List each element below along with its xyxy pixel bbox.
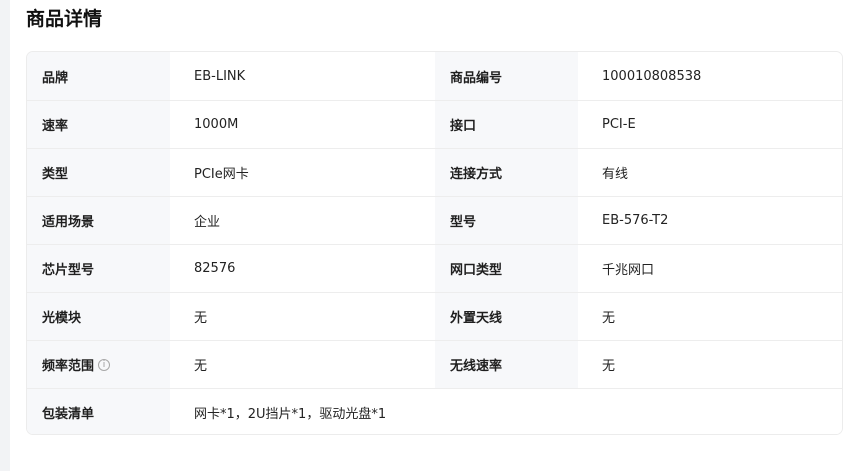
- spec-label-external-antenna: 外置天线: [435, 292, 578, 340]
- spec-value-model: EB-576-T2: [578, 196, 842, 244]
- spec-label-frequency-cell: 频率范围 i: [27, 340, 170, 388]
- spec-value-type: PCIe网卡: [170, 148, 435, 196]
- spec-value-use-case: 企业: [170, 196, 435, 244]
- page-title: 商品详情: [26, 8, 103, 30]
- spec-label-chip: 芯片型号: [27, 244, 170, 292]
- spec-label-product-id: 商品编号: [435, 52, 578, 100]
- spec-value-connection: 有线: [578, 148, 842, 196]
- spec-value-brand: EB-LINK: [170, 52, 435, 100]
- spec-value-speed: 1000M: [170, 100, 435, 148]
- spec-label-package: 包装清单: [27, 388, 170, 434]
- spec-row: 芯片型号 82576 网口类型 千兆网口: [27, 244, 842, 292]
- spec-row: 速率 1000M 接口 PCI-E: [27, 100, 842, 148]
- spec-table: 品牌 EB-LINK 商品编号 100010808538 速率 1000M 接口…: [26, 51, 843, 435]
- spec-label-wireless-speed: 无线速率: [435, 340, 578, 388]
- spec-value-chip: 82576: [170, 244, 435, 292]
- spec-label-type: 类型: [27, 148, 170, 196]
- spec-value-external-antenna: 无: [578, 292, 842, 340]
- spec-label-speed: 速率: [27, 100, 170, 148]
- spec-row: 适用场景 企业 型号 EB-576-T2: [27, 196, 842, 244]
- product-details-panel: 商品详情 品牌 EB-LINK 商品编号 100010808538 速率 100…: [10, 0, 852, 471]
- spec-value-product-id: 100010808538: [578, 52, 842, 100]
- spec-row: 光模块 无 外置天线 无: [27, 292, 842, 340]
- spec-label-model: 型号: [435, 196, 578, 244]
- spec-label-connection: 连接方式: [435, 148, 578, 196]
- spec-label-frequency: 频率范围: [42, 359, 95, 374]
- spec-label-optical-module: 光模块: [27, 292, 170, 340]
- spec-row: 包装清单 网卡*1，2U挡片*1，驱动光盘*1: [27, 388, 842, 434]
- spec-value-frequency: 无: [170, 340, 435, 388]
- spec-label-port-type: 网口类型: [435, 244, 578, 292]
- spec-row: 品牌 EB-LINK 商品编号 100010808538: [27, 52, 842, 100]
- spec-value-wireless-speed: 无: [578, 340, 842, 388]
- spec-value-interface: PCI-E: [578, 100, 842, 148]
- spec-label-use-case: 适用场景: [27, 196, 170, 244]
- spec-label-interface: 接口: [435, 100, 578, 148]
- spec-value-port-type: 千兆网口: [578, 244, 842, 292]
- spec-value-package: 网卡*1，2U挡片*1，驱动光盘*1: [170, 388, 842, 434]
- spec-label-brand: 品牌: [27, 52, 170, 100]
- spec-row: 类型 PCIe网卡 连接方式 有线: [27, 148, 842, 196]
- info-icon[interactable]: i: [98, 358, 111, 371]
- spec-value-optical-module: 无: [170, 292, 435, 340]
- spec-row: 频率范围 i 无 无线速率 无: [27, 340, 842, 388]
